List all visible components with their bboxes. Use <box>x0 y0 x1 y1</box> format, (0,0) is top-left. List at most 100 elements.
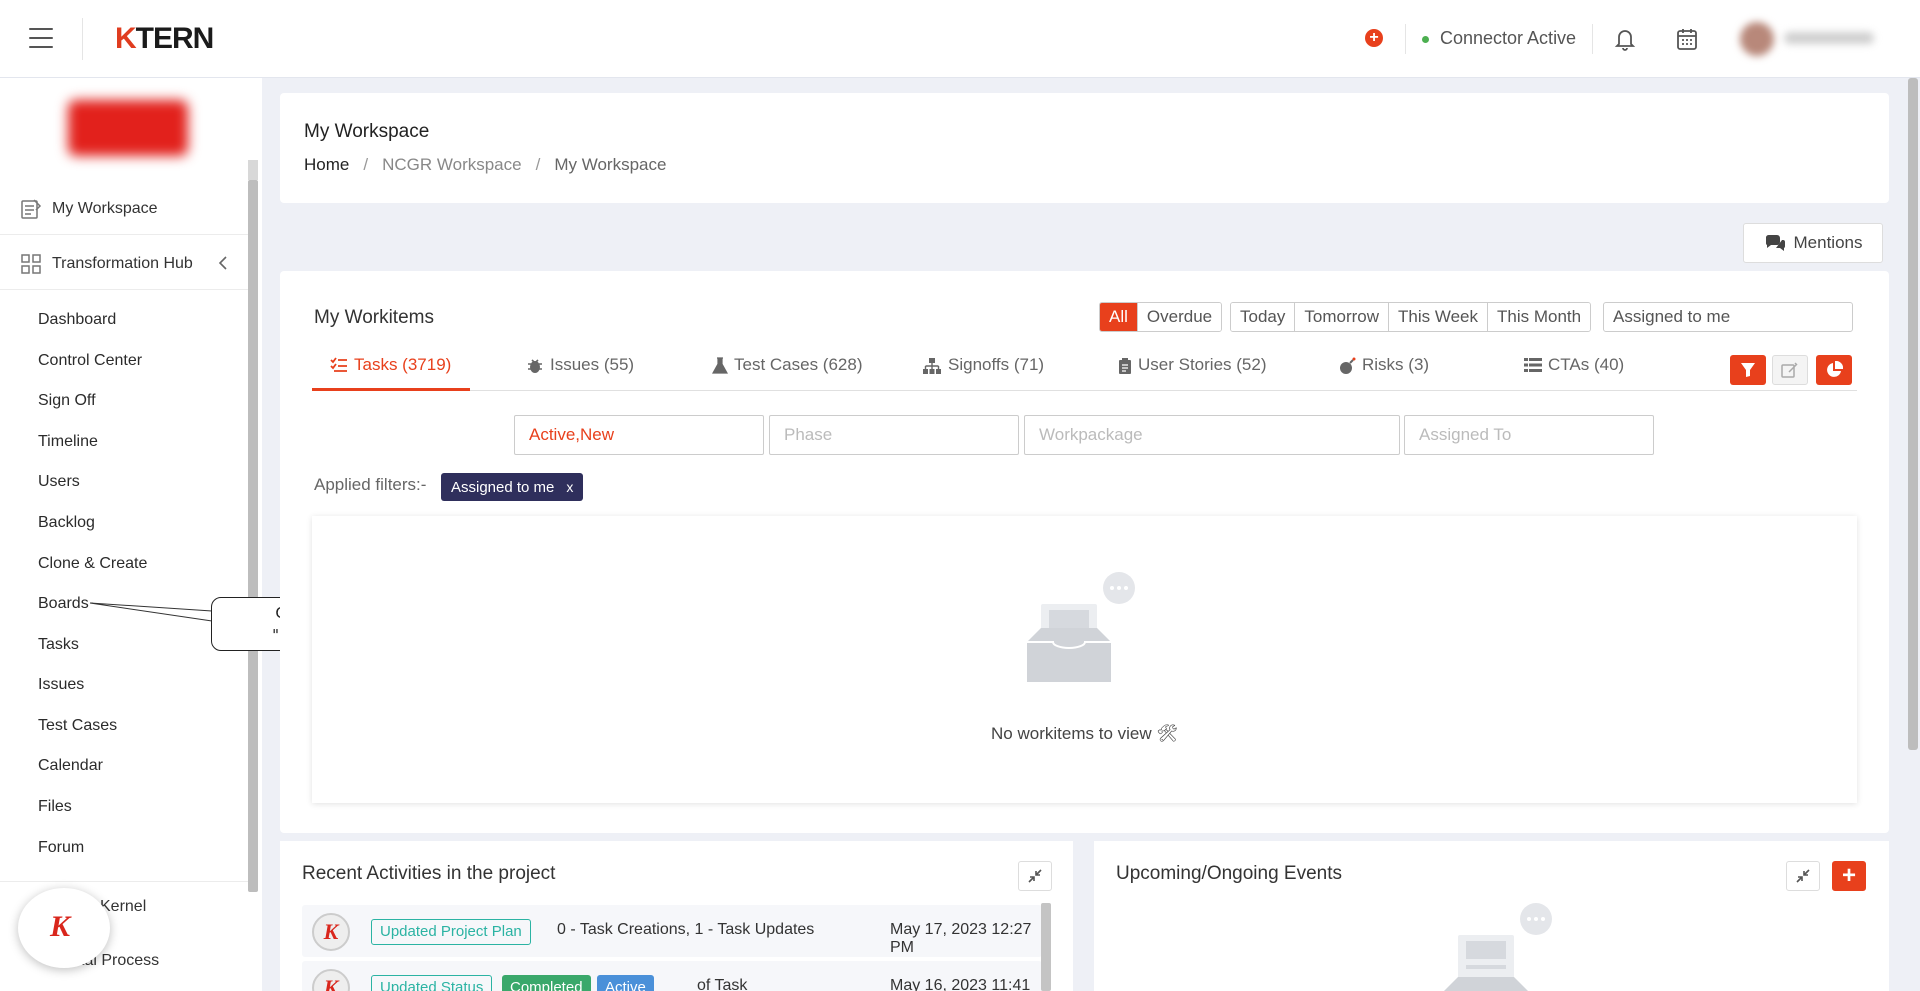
tab-tasks[interactable]: Tasks (3719) <box>330 353 451 391</box>
tab-ctas[interactable]: CTAs (40) <box>1524 353 1624 391</box>
tab-user-stories[interactable]: User Stories (52) <box>1118 353 1266 391</box>
empty-inbox-icon <box>1444 903 1552 991</box>
sidebar-scrollbar-track <box>248 160 258 180</box>
flask-icon <box>712 357 728 374</box>
active-tab-indicator <box>312 388 470 391</box>
empty-state-text: No workitems to view 🛠 <box>312 724 1857 744</box>
filter-this-month[interactable]: This Month <box>1488 303 1591 331</box>
divider <box>1405 24 1406 54</box>
chart-button[interactable] <box>1816 355 1852 385</box>
chevron-left-icon[interactable] <box>218 256 228 270</box>
edit-button[interactable] <box>1772 355 1808 385</box>
sidebar-item-label: My Workspace <box>52 199 158 217</box>
compress-icon <box>1028 869 1042 883</box>
edit-icon <box>1781 362 1798 378</box>
sidebar-sub-test-cases[interactable]: Test Cases <box>38 717 117 735</box>
divider <box>82 18 83 60</box>
bell-icon[interactable] <box>1613 26 1637 52</box>
sidebar-sub-control-center[interactable]: Control Center <box>38 352 142 370</box>
filter-today[interactable]: Today <box>1231 303 1296 331</box>
sidebar-sub-boards[interactable]: Boards <box>38 595 89 613</box>
sidebar-sub-files[interactable]: Files <box>38 798 72 816</box>
sidebar-item-my-workspace[interactable]: My Workspace <box>0 183 248 235</box>
recent-activities-card: Recent Activities in the project K Updat… <box>280 841 1073 991</box>
activity-date: May 16, 2023 11:41 PM <box>890 977 1031 991</box>
connector-status-dot <box>1422 36 1429 43</box>
sidebar-sub-forum[interactable]: Forum <box>38 839 84 857</box>
tab-issues[interactable]: Issues (55) <box>526 353 634 391</box>
breadcrumb: Home / NCGR Workspace / My Workspace <box>304 155 667 174</box>
calendar-icon[interactable] <box>1675 26 1699 52</box>
workpackage-filter-input[interactable]: Workpackage <box>1024 415 1400 455</box>
tab-signoffs[interactable]: Signoffs (71) <box>922 353 1044 391</box>
filter-all[interactable]: All <box>1100 303 1138 331</box>
filter-tomorrow[interactable]: Tomorrow <box>1295 303 1389 331</box>
tab-label: Signoffs (71) <box>948 355 1045 374</box>
chip-label: Assigned to me <box>451 479 555 496</box>
tab-label: Issues (55) <box>550 355 635 374</box>
ktern-logo[interactable]: KTERN <box>115 22 214 56</box>
sidebar-sub-backlog[interactable]: Backlog <box>38 514 95 532</box>
hierarchy-icon <box>923 358 941 374</box>
remove-filter-icon[interactable]: x <box>566 479 573 495</box>
workspace-icon <box>21 198 42 219</box>
activity-description: 0 - Task Creations, 1 - Task Updates <box>557 921 815 938</box>
sidebar-item-label: Transformation Hub <box>52 254 193 272</box>
ktern-assistant-button[interactable]: K <box>18 888 110 968</box>
breadcrumb-home[interactable]: Home <box>304 155 349 174</box>
add-event-button[interactable]: + <box>1832 861 1866 891</box>
recent-scrollbar[interactable] <box>1041 903 1051 991</box>
comments-icon <box>1765 234 1785 251</box>
collapse-recent-button[interactable] <box>1018 861 1052 891</box>
pie-chart-icon <box>1827 361 1843 377</box>
filter-overdue[interactable]: Overdue <box>1137 303 1222 331</box>
sidebar-sub-issues[interactable]: Issues <box>38 676 84 694</box>
empty-state-message: No workitems to view <box>991 724 1152 743</box>
empty-state-panel: No workitems to view 🛠 <box>312 516 1857 803</box>
bomb-icon <box>1340 357 1356 374</box>
filter-button[interactable] <box>1730 355 1766 385</box>
collapse-events-button[interactable] <box>1786 861 1820 891</box>
add-circle-icon[interactable]: + <box>1365 29 1383 47</box>
bug-icon <box>528 359 542 373</box>
hamburger-menu-icon[interactable] <box>29 28 53 48</box>
sidebar-sub-timeline[interactable]: Timeline <box>38 433 98 451</box>
tab-label: CTAs (40) <box>1548 355 1625 374</box>
tab-test-cases[interactable]: Test Cases (628) <box>712 353 863 391</box>
activity-tag[interactable]: Updated Status <box>371 975 493 991</box>
sidebar-sub-sign-off[interactable]: Sign Off <box>38 392 96 410</box>
breadcrumb-ncgr-workspace[interactable]: NCGR Workspace <box>382 155 522 174</box>
divider <box>1592 24 1593 54</box>
activity-tag[interactable]: Updated Project Plan <box>371 919 531 945</box>
recent-activities-title: Recent Activities in the project <box>302 863 556 884</box>
status-filter-group: All Overdue <box>1099 302 1223 332</box>
events-card: Upcoming/Ongoing Events + <box>1094 841 1889 991</box>
phase-filter-input[interactable]: Phase <box>769 415 1019 455</box>
page-scrollbar[interactable] <box>1908 78 1918 750</box>
applied-filters-label: Applied filters:- <box>314 475 427 494</box>
sidebar-sub-calendar[interactable]: Calendar <box>38 757 103 775</box>
sidebar-sub-clone-create[interactable]: Clone & Create <box>38 555 147 573</box>
assigned-to-filter-input[interactable]: Assigned To <box>1404 415 1654 455</box>
filter-icon <box>1741 363 1755 377</box>
compress-icon <box>1796 869 1810 883</box>
sidebar-scrollbar[interactable] <box>248 180 258 892</box>
sidebar-sub-users[interactable]: Users <box>38 473 80 491</box>
activity-avatar: K <box>312 913 350 951</box>
user-avatar[interactable] <box>1740 22 1880 56</box>
status-filter-input[interactable]: Active,New <box>514 415 764 455</box>
tools-icon: 🛠 <box>1156 724 1178 743</box>
assigned-to-me-select[interactable]: Assigned to me <box>1603 302 1853 332</box>
status-badge-completed: Completed <box>502 975 591 991</box>
activity-description: of Task <box>697 977 748 991</box>
filter-this-week[interactable]: This Week <box>1389 303 1488 331</box>
page-header: My Workspace Home / NCGR Workspace / My Work… <box>280 93 1889 203</box>
sidebar-item-transformation-hub[interactable]: Transformation Hub <box>0 238 248 290</box>
workitems-card: My Workitems All Overdue Today Tomorrow … <box>280 271 1889 833</box>
mentions-button[interactable]: Mentions <box>1743 223 1883 263</box>
sidebar-sub-dashboard[interactable]: Dashboard <box>38 311 116 329</box>
workitems-title: My Workitems <box>314 307 434 328</box>
sidebar-sub-tasks[interactable]: Tasks <box>38 636 79 654</box>
tab-risks[interactable]: Risks (3) <box>1338 353 1429 391</box>
clipboard-icon <box>1119 358 1131 374</box>
